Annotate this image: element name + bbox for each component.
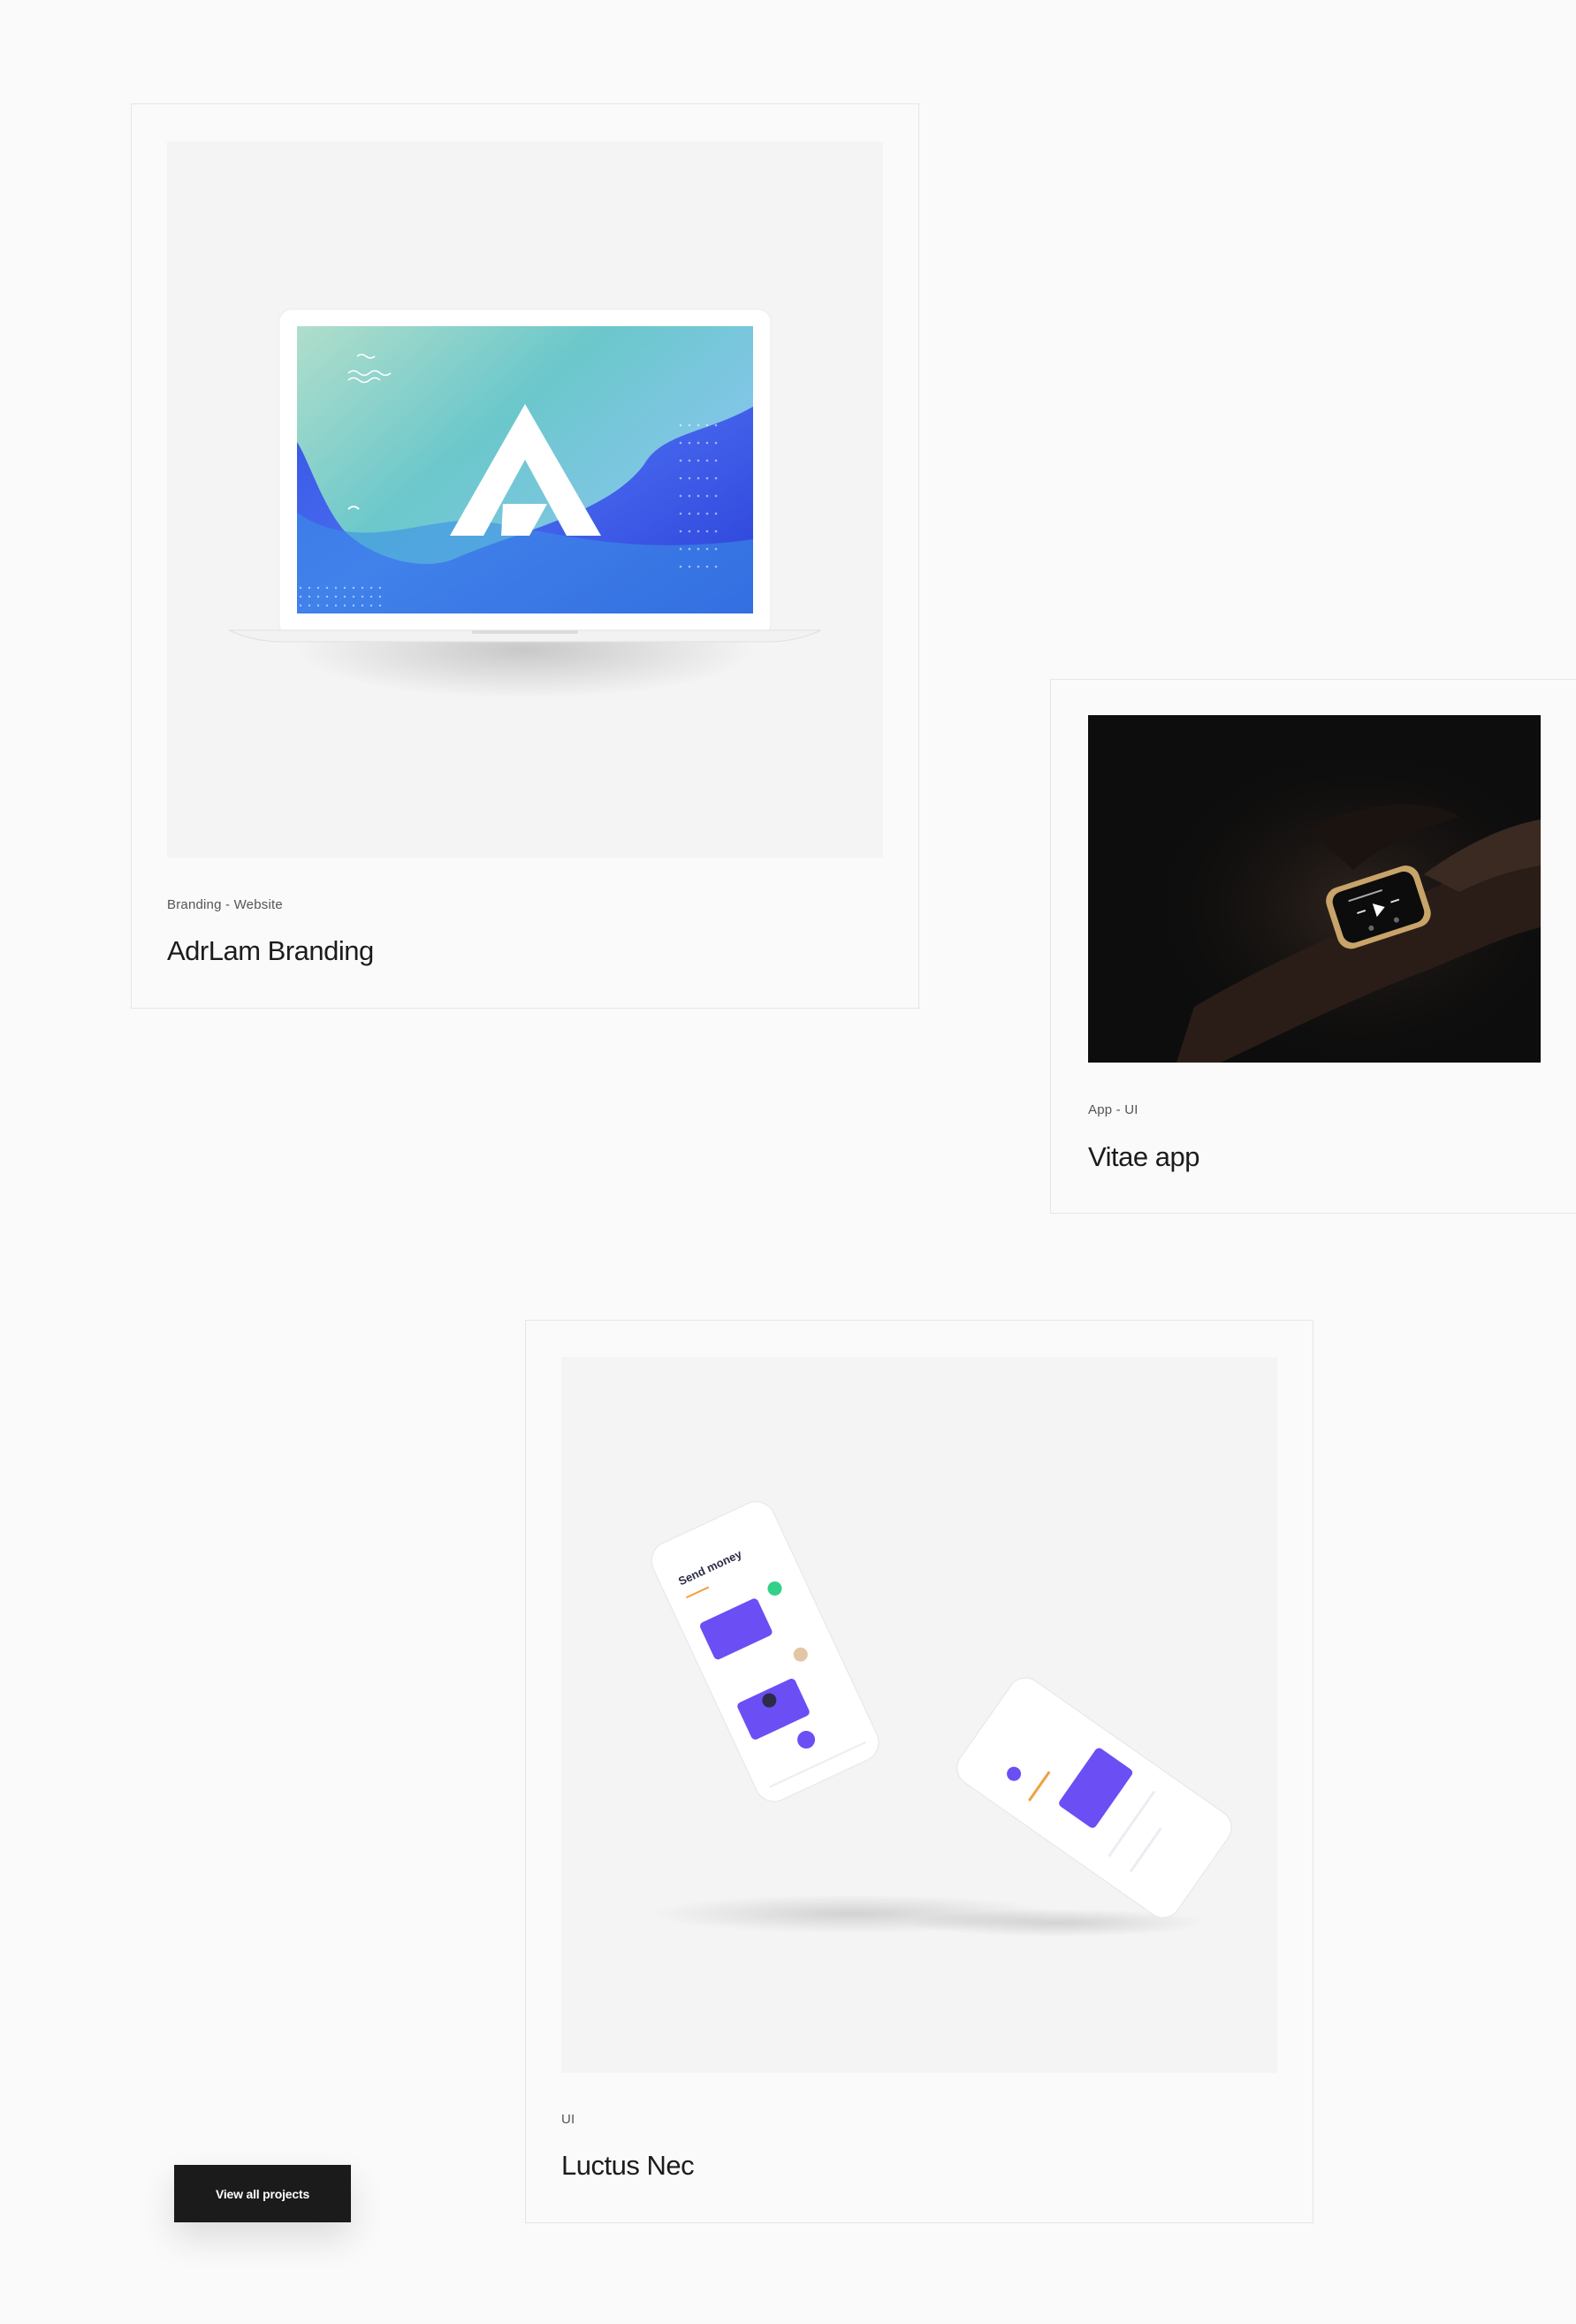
project-title[interactable]: Luctus Nec [561,2150,695,2182]
view-all-projects-button[interactable]: View all projects [174,2165,351,2222]
project-image-phones[interactable]: Send money [561,1357,1277,2073]
project-image-watch[interactable] [1088,715,1541,1063]
project-card[interactable]: Send money UI Luctus Nec [525,1320,1313,2223]
project-title[interactable]: AdrLam Branding [167,935,374,967]
project-tags: UI [561,2112,575,2127]
project-tags: Branding - Website [167,897,283,912]
project-tags: App - UI [1088,1102,1138,1117]
project-card[interactable]: App - UI Vitae app [1050,679,1576,1214]
project-title[interactable]: Vitae app [1088,1141,1199,1173]
project-image-laptop[interactable] [167,141,883,857]
project-card[interactable]: Branding - Website AdrLam Branding [131,103,919,1009]
